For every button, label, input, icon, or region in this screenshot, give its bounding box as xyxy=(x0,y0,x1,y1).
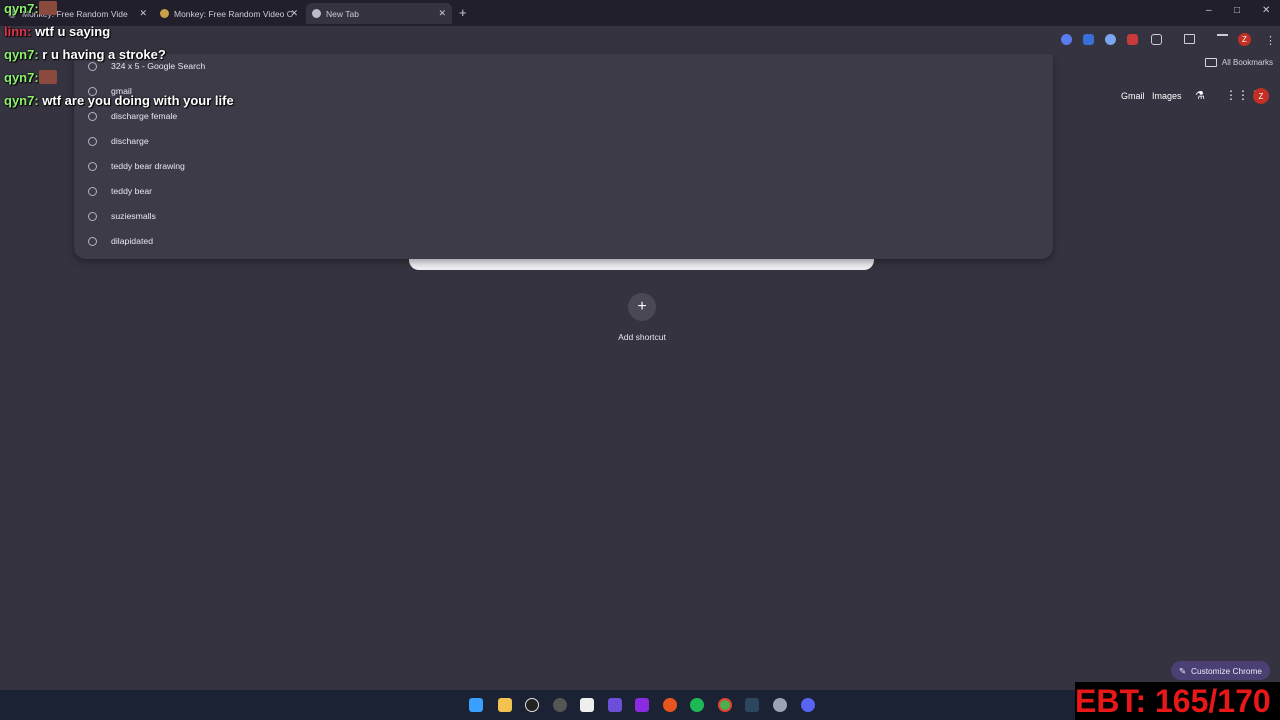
gmail-link[interactable]: Gmail xyxy=(1121,91,1145,101)
chat-message: wtf are you doing with your life xyxy=(42,93,234,108)
profile-avatar[interactable]: Z xyxy=(1238,33,1251,46)
suggestion-text: teddy bear drawing xyxy=(111,161,185,171)
tab-search-icon[interactable] xyxy=(1217,34,1228,42)
chrome-icon[interactable] xyxy=(718,698,732,712)
suggestion-text: discharge female xyxy=(111,111,178,121)
tab-favicon-icon xyxy=(160,9,169,18)
chat-line: linn: wtf u saying xyxy=(4,24,110,39)
suggestion-item[interactable]: teddy bear drawing xyxy=(88,159,185,173)
browser-icon[interactable] xyxy=(663,698,677,712)
spotify-icon[interactable] xyxy=(690,698,704,712)
screenshot-icon[interactable] xyxy=(1184,34,1195,44)
extension-icon[interactable] xyxy=(1083,34,1094,45)
pencil-icon: ✎ xyxy=(1179,665,1186,676)
suggestion-item[interactable]: discharge female xyxy=(88,109,177,123)
maximize-button[interactable]: □ xyxy=(1234,5,1240,16)
close-tab-icon[interactable]: ✕ xyxy=(290,8,298,19)
app-icon[interactable] xyxy=(525,698,539,712)
images-link[interactable]: Images xyxy=(1152,91,1182,101)
suggestion-text: discharge xyxy=(111,136,149,146)
suggestion-item[interactable]: teddy bear xyxy=(88,184,152,198)
extension-icon[interactable] xyxy=(1105,34,1116,45)
customize-chrome-label: Customize Chrome xyxy=(1190,665,1262,676)
new-tab-button[interactable]: + xyxy=(459,5,467,20)
discord-icon[interactable] xyxy=(801,698,815,712)
suggestion-item[interactable]: dilapidated xyxy=(88,234,153,248)
history-icon xyxy=(88,236,97,246)
app-icon[interactable] xyxy=(608,698,622,712)
app-icon[interactable] xyxy=(553,698,567,712)
chrome-favicon-icon xyxy=(312,9,321,18)
close-tab-icon[interactable]: ✕ xyxy=(139,8,147,19)
close-tab-icon[interactable]: ✕ xyxy=(438,8,446,19)
history-icon xyxy=(88,186,97,196)
chat-username: linn: xyxy=(4,24,32,39)
history-icon xyxy=(88,61,97,71)
ebt-counter-overlay: EBT: 165/170 xyxy=(1075,682,1280,720)
chat-username: qyn7: xyxy=(4,93,39,108)
labs-flask-icon[interactable]: ⚗ xyxy=(1195,89,1205,102)
plus-icon: + xyxy=(637,298,647,315)
steam-icon[interactable] xyxy=(745,698,759,712)
history-icon xyxy=(88,161,97,171)
app-icon[interactable] xyxy=(580,698,594,712)
chat-line: qyn7: wtf are you doing with your life xyxy=(4,93,234,108)
suggestion-text: suziesmalls xyxy=(111,211,156,221)
tab-new-tab[interactable]: New Tab ✕ xyxy=(306,3,452,24)
windows-start-icon[interactable] xyxy=(469,698,483,712)
customize-chrome-button[interactable]: ✎ Customize Chrome xyxy=(1171,661,1270,680)
chat-message: r u having a stroke? xyxy=(42,47,166,62)
tab-monkey-2[interactable]: Monkey: Free Random Video C ✕ xyxy=(160,3,304,24)
suggestion-text: 324 x 5 - Google Search xyxy=(111,61,206,71)
suggestion-text: dilapidated xyxy=(111,236,154,246)
folder-icon xyxy=(1204,58,1217,67)
add-shortcut-label: Add shortcut xyxy=(618,332,666,342)
chat-line: qyn7: xyxy=(4,1,57,16)
emote-icon xyxy=(38,70,57,84)
profile-initial: Z xyxy=(1258,91,1264,101)
app-icon[interactable] xyxy=(635,698,649,712)
extension-icon[interactable] xyxy=(1127,34,1138,45)
file-explorer-icon[interactable] xyxy=(498,698,512,712)
all-bookmarks-button[interactable]: All Bookmarks xyxy=(1204,58,1273,67)
kebab-menu-icon[interactable]: ⋮ xyxy=(1265,34,1276,47)
history-icon xyxy=(88,136,97,146)
emote-icon xyxy=(38,1,57,15)
suggestion-item[interactable]: discharge xyxy=(88,134,149,148)
suggestion-item[interactable]: suziesmalls xyxy=(88,209,156,223)
history-icon xyxy=(88,111,97,121)
tab-label: New Tab xyxy=(326,8,359,19)
extensions-puzzle-icon[interactable] xyxy=(1151,34,1162,45)
settings-gear-icon[interactable] xyxy=(773,698,787,712)
add-shortcut-button[interactable]: + xyxy=(628,293,656,321)
extension-icon[interactable] xyxy=(1061,34,1072,45)
profile-initial: Z xyxy=(1242,35,1247,44)
chat-username: qyn7: xyxy=(4,1,39,16)
close-window-button[interactable]: ✕ xyxy=(1262,5,1270,16)
history-icon xyxy=(88,211,97,221)
chat-message: wtf u saying xyxy=(35,24,111,39)
omnibox-suggestions-dropdown: 324 x 5 - Google Search gmail discharge … xyxy=(74,54,1053,259)
suggestion-text: teddy bear xyxy=(111,186,153,196)
tab-label: Monkey: Free Random Video C xyxy=(174,8,293,19)
chat-username: qyn7: xyxy=(4,47,39,62)
chat-line: qyn7: r u having a stroke? xyxy=(4,47,166,62)
google-account-avatar[interactable]: Z xyxy=(1253,88,1269,104)
all-bookmarks-label: All Bookmarks xyxy=(1221,58,1273,67)
chat-line: qyn7: xyxy=(4,70,57,85)
minimize-button[interactable]: – xyxy=(1206,5,1212,16)
chat-username: qyn7: xyxy=(4,70,39,85)
